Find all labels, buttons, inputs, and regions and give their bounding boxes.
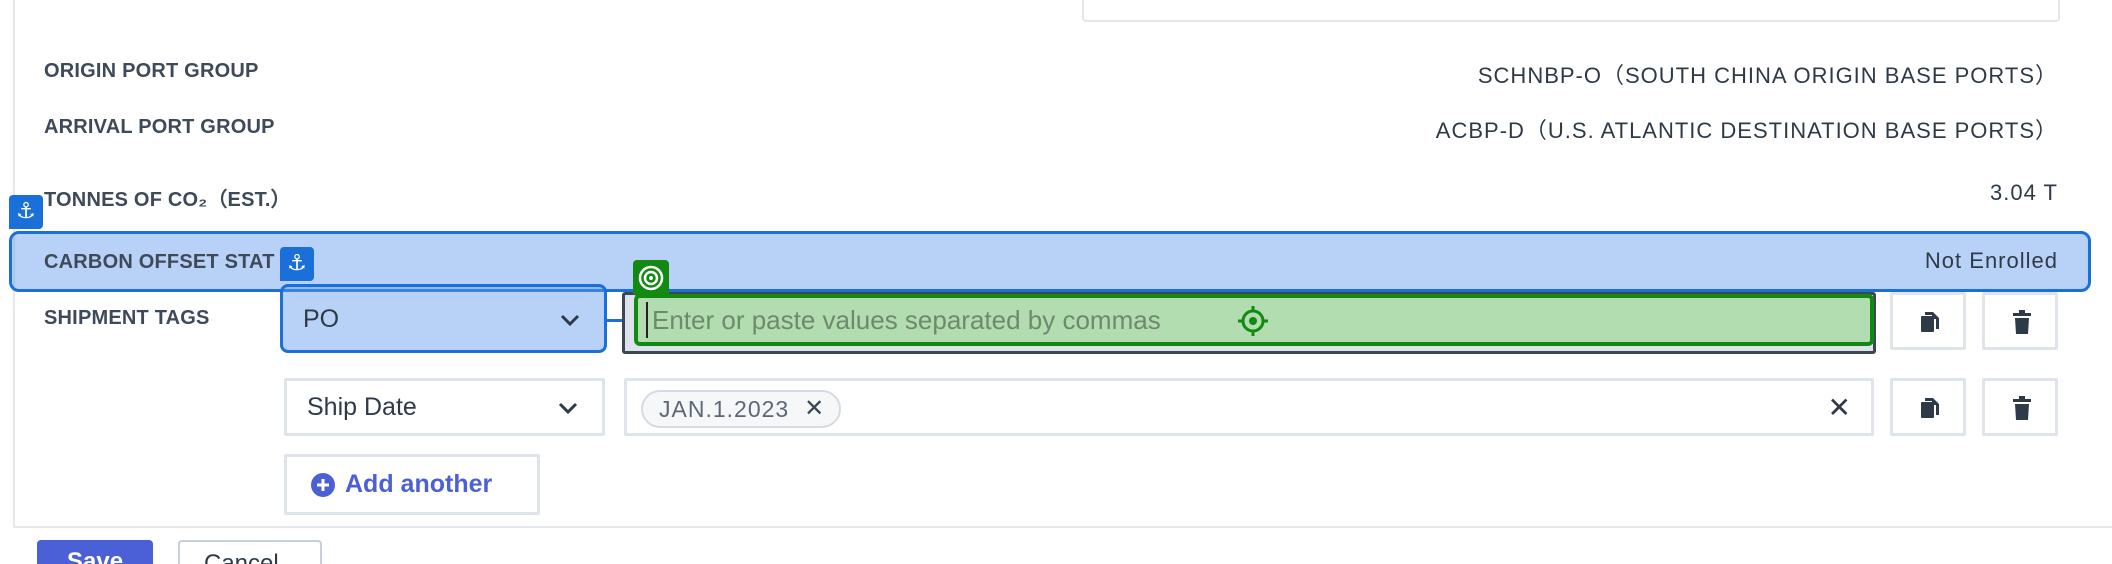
panel-divider <box>13 526 2112 528</box>
tag-values-input-highlight <box>634 294 1874 346</box>
tonnes-co2-label: TONNES OF CO₂（EST.） <box>44 189 291 211</box>
arrival-port-group-value: ACBP-D（U.S. ATLANTIC DESTINATION BASE PO… <box>1435 118 2058 143</box>
plus-circle-icon <box>311 472 335 497</box>
save-button-label: Save <box>67 548 124 564</box>
tag-type-select[interactable]: PO <box>280 284 607 353</box>
trash-icon <box>2013 310 2031 334</box>
carbon-offset-label: CARBON OFFSET STAT <box>44 251 275 273</box>
cancel-button[interactable]: Cancel <box>178 540 322 564</box>
carbon-offset-value: Not Enrolled <box>1924 248 2058 273</box>
origin-port-group-value: SCHNBP-O（SOUTH CHINA ORIGIN BASE PORTS） <box>1477 63 2058 88</box>
chevron-down-icon <box>560 314 580 327</box>
anchor-icon: ⚓ <box>9 195 43 229</box>
delete-button[interactable] <box>1982 378 2058 436</box>
save-button[interactable]: Save <box>37 540 153 564</box>
add-another-label: Add another <box>345 470 493 498</box>
copy-icon <box>1921 312 1939 332</box>
copy-icon <box>1921 398 1939 418</box>
chevron-down-icon <box>558 402 578 415</box>
remove-chip-icon[interactable]: ✕ <box>804 392 825 426</box>
previous-field-box[interactable] <box>1082 0 2060 22</box>
tag-values-input[interactable] <box>646 302 1746 338</box>
cancel-button-label: Cancel <box>204 550 279 564</box>
origin-port-group-label: ORIGIN PORT GROUP <box>44 60 259 82</box>
tonnes-co2-value: 3.04 T <box>1990 180 2058 205</box>
delete-button[interactable] <box>1982 292 2058 350</box>
clear-values-icon[interactable]: ✕ <box>1828 391 1851 424</box>
tag-values-field[interactable]: JAN.1.2023 ✕ ✕ <box>624 378 1874 436</box>
tag-type-selected: Ship Date <box>307 393 417 421</box>
tag-chip: JAN.1.2023 ✕ <box>641 390 842 428</box>
shipment-details-panel: ORIGIN PORT GROUP SCHNBP-O（SOUTH CHINA O… <box>0 0 2112 564</box>
carbon-offset-row[interactable] <box>9 231 2091 292</box>
copy-button[interactable] <box>1890 292 1966 350</box>
target-icon <box>633 260 669 296</box>
crosshair-icon <box>1238 306 1268 336</box>
copy-button[interactable] <box>1890 378 1966 436</box>
arrival-port-group-label: ARRIVAL PORT GROUP <box>44 116 275 138</box>
tag-type-select[interactable]: Ship Date <box>284 378 605 436</box>
tag-chip-label: JAN.1.2023 <box>659 396 790 422</box>
add-another-button[interactable]: Add another <box>284 454 540 515</box>
shipment-tags-label: SHIPMENT TAGS <box>44 307 210 329</box>
tag-type-selected: PO <box>303 305 340 333</box>
trash-icon <box>2013 396 2031 420</box>
anchor-icon: ⚓ <box>280 247 314 281</box>
